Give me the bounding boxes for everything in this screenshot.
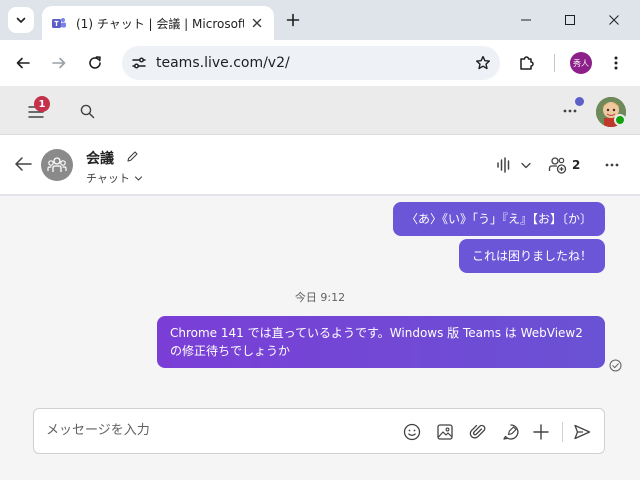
message-input[interactable] bbox=[46, 420, 386, 440]
message-bubble[interactable]: Chrome 141 では直っているようです。Windows 版 Teams は… bbox=[157, 316, 605, 368]
emoji-button[interactable] bbox=[402, 422, 422, 442]
audio-call-button[interactable] bbox=[494, 154, 534, 176]
paperclip-icon bbox=[469, 424, 486, 439]
search-button[interactable] bbox=[76, 100, 98, 122]
search-icon bbox=[80, 104, 94, 118]
arrow-left-icon bbox=[15, 157, 32, 171]
tab-search-button[interactable] bbox=[8, 7, 34, 33]
back-button[interactable] bbox=[11, 51, 35, 75]
loop-icon bbox=[503, 424, 519, 440]
close-window-button[interactable] bbox=[603, 9, 625, 31]
chat-subtitle-dropdown[interactable]: チャット bbox=[86, 170, 144, 186]
participant-count: 2 bbox=[572, 158, 581, 172]
arrow-left-icon bbox=[16, 57, 30, 69]
audio-waveform-icon bbox=[497, 157, 510, 173]
chevron-down-icon bbox=[134, 173, 144, 183]
more-horizontal-icon bbox=[605, 163, 619, 167]
tab-title: (1) チャット | 会議 | Microsoft Teams bbox=[76, 16, 244, 31]
message-bubble[interactable]: 〈あ〉《い》「う」『え』【お】〔か〕 bbox=[392, 202, 605, 236]
browser-tab-active[interactable]: (1) チャット | 会議 | Microsoft Teams bbox=[42, 6, 274, 40]
chat-title: 会議 bbox=[86, 151, 114, 167]
forward-button[interactable] bbox=[47, 51, 71, 75]
participants-button[interactable]: 2 bbox=[548, 154, 584, 176]
bookmark-star-icon[interactable] bbox=[466, 46, 500, 80]
activity-dot bbox=[575, 97, 584, 106]
extensions-button[interactable] bbox=[515, 51, 539, 75]
browser-menu-button[interactable] bbox=[604, 51, 628, 75]
notification-badge: 1 bbox=[34, 96, 50, 112]
message-bubble[interactable]: これは困りましたね！ bbox=[458, 239, 605, 273]
chat-back-button[interactable] bbox=[12, 153, 34, 175]
read-receipt-icon bbox=[609, 359, 622, 372]
more-actions-button[interactable] bbox=[531, 422, 551, 442]
people-group-icon bbox=[47, 157, 67, 172]
profile-avatar[interactable]: 秀人 bbox=[570, 52, 592, 74]
puzzle-icon bbox=[520, 56, 534, 70]
site-settings-icon[interactable] bbox=[122, 46, 156, 80]
address-bar[interactable]: teams.live.com/v2/ bbox=[122, 46, 500, 80]
loop-button[interactable] bbox=[501, 422, 521, 442]
image-button[interactable] bbox=[435, 422, 455, 442]
more-horizontal-icon bbox=[563, 109, 577, 113]
minimize-icon bbox=[521, 19, 531, 21]
arrow-right-icon bbox=[52, 57, 66, 69]
chat-header: 会議 チャット 2 bbox=[0, 135, 640, 195]
group-avatar bbox=[41, 149, 73, 181]
browser-tab-strip: (1) チャット | 会議 | Microsoft Teams bbox=[0, 0, 640, 40]
send-button[interactable] bbox=[572, 422, 592, 442]
toolbar-divider bbox=[554, 54, 555, 72]
image-icon bbox=[437, 424, 453, 440]
close-icon bbox=[609, 15, 619, 25]
new-tab-button[interactable] bbox=[282, 9, 304, 31]
emoji-icon bbox=[403, 423, 421, 441]
chat-subtitle: チャット bbox=[86, 172, 130, 185]
maximize-button[interactable] bbox=[559, 9, 581, 31]
chevron-down-icon bbox=[16, 17, 26, 23]
compose-divider bbox=[562, 422, 563, 442]
attach-button[interactable] bbox=[468, 422, 488, 442]
url-text: teams.live.com/v2/ bbox=[156, 55, 290, 71]
people-add-icon bbox=[548, 157, 567, 174]
teams-favicon-icon bbox=[50, 14, 68, 32]
compose-box bbox=[33, 408, 605, 454]
reload-button[interactable] bbox=[83, 51, 107, 75]
close-icon[interactable] bbox=[248, 14, 266, 32]
plus-icon bbox=[533, 424, 549, 440]
send-icon bbox=[574, 424, 591, 440]
browser-toolbar: teams.live.com/v2/ 秀人 bbox=[0, 40, 640, 86]
teams-top-bar: 1 bbox=[0, 86, 640, 135]
maximize-icon bbox=[565, 15, 575, 25]
minimize-button[interactable] bbox=[515, 9, 537, 31]
reload-icon bbox=[89, 56, 101, 69]
pencil-edit-icon[interactable] bbox=[124, 148, 140, 164]
chat-more-button[interactable] bbox=[600, 154, 624, 176]
more-vertical-icon bbox=[614, 56, 618, 70]
plus-icon bbox=[286, 13, 300, 27]
date-divider: 今日 9:12 bbox=[294, 291, 346, 304]
presence-available-indicator bbox=[614, 114, 626, 126]
chevron-down-icon bbox=[521, 162, 531, 169]
